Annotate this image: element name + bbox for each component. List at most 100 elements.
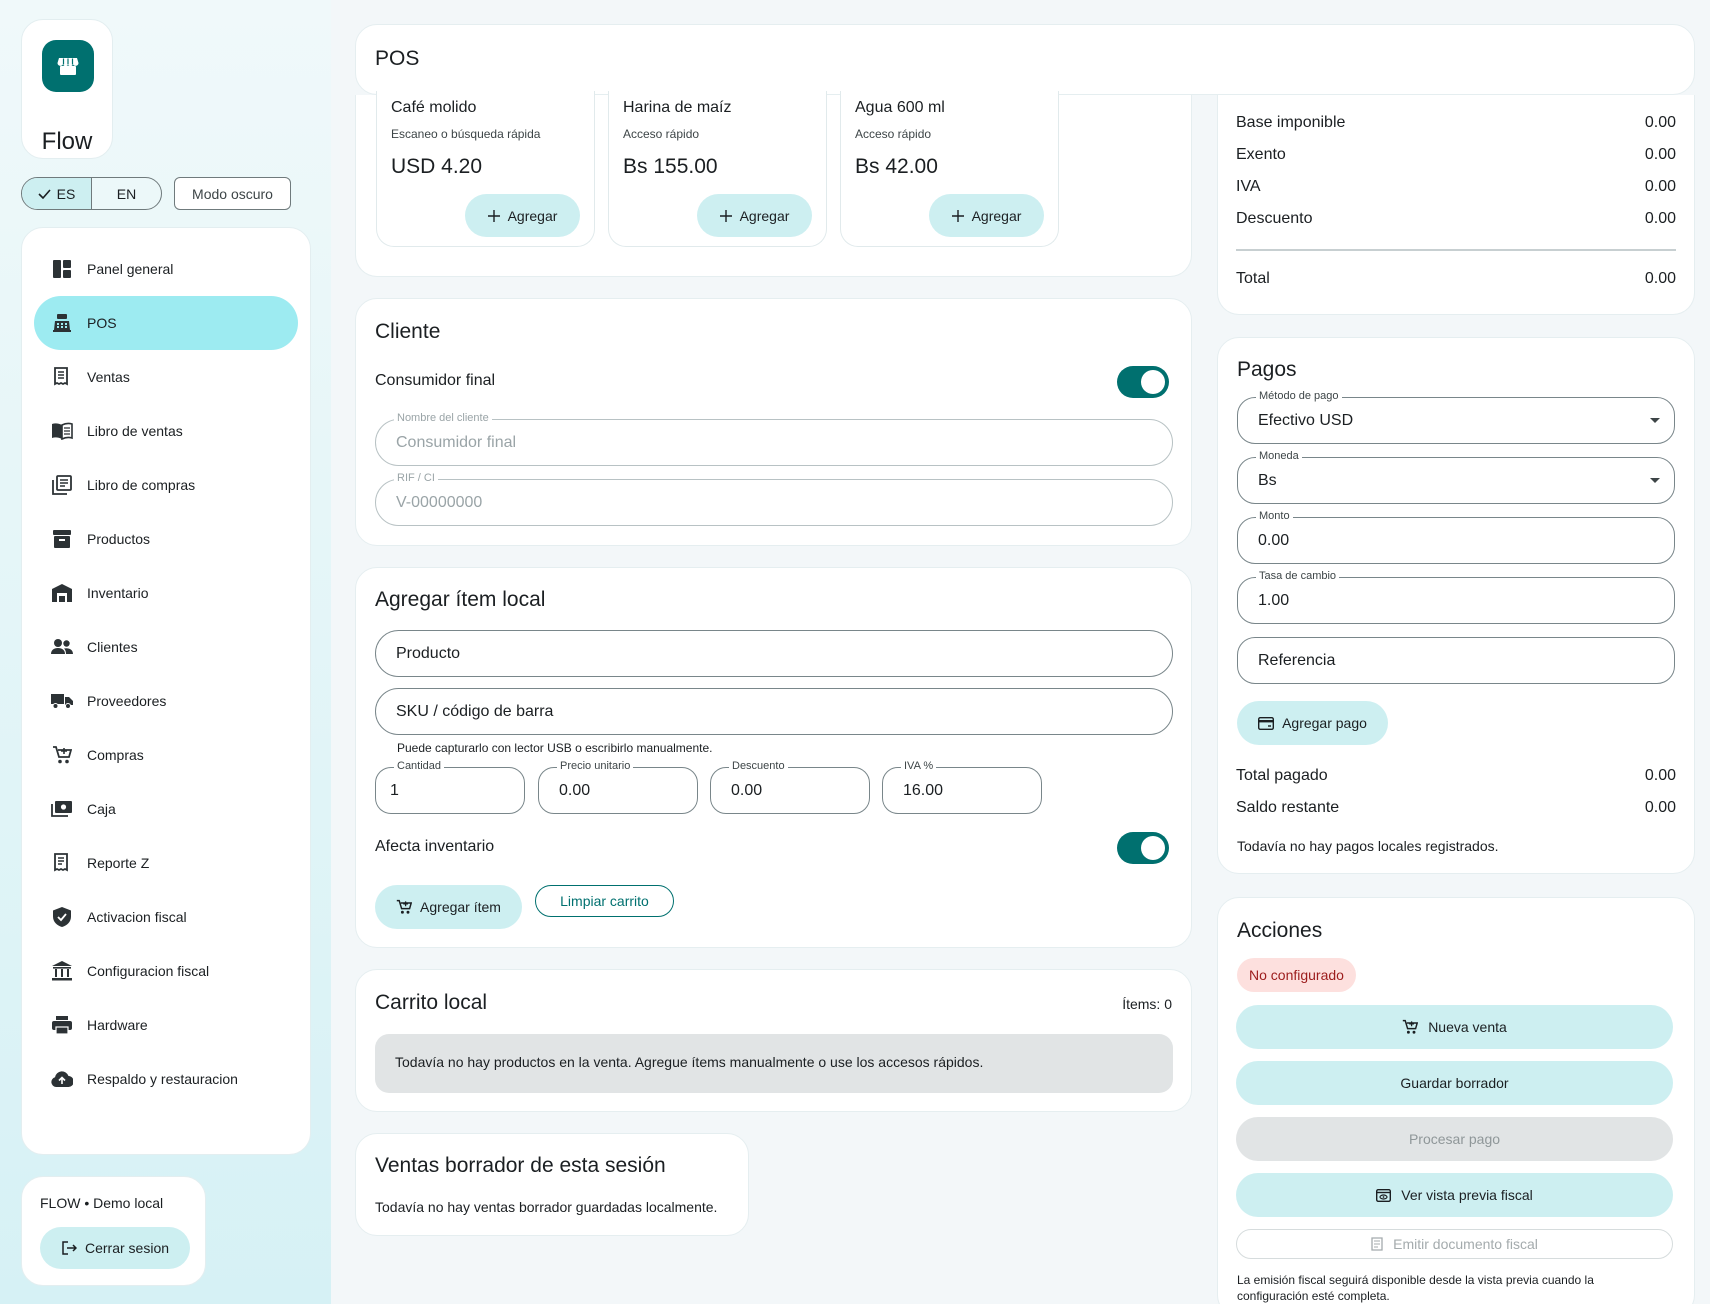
- summary-value: 0.00: [1644, 178, 1676, 195]
- consumidor-final-label: Consumidor final: [375, 372, 496, 389]
- page-header: POS: [355, 24, 1695, 95]
- currency-select[interactable]: Moneda Bs: [1237, 450, 1675, 504]
- sidebar-item-respaldo[interactable]: Respaldo y restauracion: [34, 1052, 298, 1106]
- sidebar-item-label: Reporte Z: [87, 855, 150, 871]
- consumidor-final-toggle[interactable]: [1117, 366, 1169, 398]
- cart-items-count: Ítems: 0: [1122, 996, 1172, 1012]
- sidebar-item-pos[interactable]: POS: [34, 296, 298, 350]
- add-payment-button[interactable]: Agregar pago: [1237, 701, 1388, 745]
- customer-name-placeholder: Consumidor final: [396, 433, 517, 451]
- sku-field[interactable]: SKU / código de barra: [375, 688, 1173, 735]
- lang-es-button[interactable]: ES: [22, 178, 92, 209]
- page-title: POS: [375, 47, 420, 70]
- sidebar: Flow ES EN Modo oscuro Panel general POS…: [0, 0, 331, 1304]
- customer-name-field[interactable]: Nombre del cliente Consumidor final: [375, 412, 1173, 466]
- rif-ci-field[interactable]: RIF / CI V-00000000: [375, 472, 1173, 526]
- quick-product-card[interactable]: Agua 600 ml Acceso rápido Bs 42.00 Agreg…: [840, 91, 1059, 247]
- app-logo-card[interactable]: Flow: [21, 19, 113, 159]
- unit-price-field[interactable]: Precio unitario 0.00: [538, 760, 698, 814]
- product-field[interactable]: Producto: [375, 630, 1173, 677]
- discount-label: Descuento: [729, 760, 788, 772]
- sidebar-nav: Panel general POS Ventas Libro de ventas…: [21, 227, 311, 1155]
- iva-label: IVA %: [901, 760, 937, 772]
- save-draft-label: Guardar borrador: [1400, 1075, 1509, 1091]
- plus-icon: [951, 209, 964, 222]
- sidebar-item-configuracion-fiscal[interactable]: Configuracion fiscal: [34, 944, 298, 998]
- summary-divider: [1236, 249, 1676, 251]
- credit-card-icon: [1258, 716, 1275, 730]
- sidebar-item-compras[interactable]: Compras: [34, 728, 298, 782]
- summary-total-row: Total 0.00: [1236, 270, 1676, 288]
- report-icon: [51, 852, 73, 874]
- add-label: Agregar: [507, 207, 558, 224]
- quick-product-card[interactable]: Harina de maíz Acceso rápido Bs 155.00 A…: [608, 91, 827, 247]
- cart-plus-icon: [1402, 1019, 1419, 1035]
- clear-cart-button[interactable]: Limpiar carrito: [535, 885, 674, 917]
- sidebar-item-label: Respaldo y restauracion: [87, 1071, 238, 1087]
- sidebar-item-panel-general[interactable]: Panel general: [34, 242, 298, 296]
- add-item-button[interactable]: Agregar ítem: [375, 885, 522, 929]
- store-icon: [42, 40, 94, 92]
- currency-value: Bs: [1258, 471, 1277, 489]
- product-name: Harina de maíz: [623, 99, 732, 116]
- add-product-button[interactable]: Agregar: [697, 194, 812, 237]
- exchange-rate-value: 1.00: [1258, 591, 1290, 609]
- quantity-field[interactable]: Cantidad 1: [375, 760, 525, 814]
- payments-empty-message: Todavía no hay pagos locales registrados…: [1237, 838, 1499, 854]
- process-payment-button[interactable]: Procesar pago: [1236, 1117, 1673, 1161]
- actions-title: Acciones: [1237, 919, 1323, 942]
- dashboard-icon: [51, 258, 73, 280]
- sidebar-item-label: Compras: [87, 747, 144, 763]
- product-name: Café molido: [391, 99, 477, 116]
- iva-field[interactable]: IVA % 16.00: [882, 760, 1042, 814]
- add-product-button[interactable]: Agregar: [929, 194, 1044, 237]
- amount-field[interactable]: Monto 0.00: [1237, 510, 1675, 564]
- sidebar-item-inventario[interactable]: Inventario: [34, 566, 298, 620]
- lang-en-button[interactable]: EN: [92, 178, 161, 209]
- product-price: USD 4.20: [391, 155, 483, 178]
- summary-row: IVA 0.00: [1236, 178, 1676, 196]
- sidebar-item-hardware[interactable]: Hardware: [34, 998, 298, 1052]
- cart-plus-icon: [396, 899, 413, 915]
- emit-fiscal-document-button[interactable]: Emitir documento fiscal: [1236, 1229, 1673, 1259]
- reference-field[interactable]: Referencia: [1237, 637, 1675, 684]
- shield-check-icon: [51, 906, 73, 928]
- payments-card: Pagos Método de pago Efectivo USD Moneda…: [1217, 337, 1695, 874]
- sidebar-item-label: Libro de compras: [87, 477, 196, 493]
- sidebar-item-reporte-z[interactable]: Reporte Z: [34, 836, 298, 890]
- add-product-button[interactable]: Agregar: [465, 194, 580, 237]
- lang-es-label: ES: [56, 185, 76, 202]
- sidebar-item-label: Hardware: [87, 1017, 148, 1033]
- sidebar-item-activacion-fiscal[interactable]: Activacion fiscal: [34, 890, 298, 944]
- sidebar-item-caja[interactable]: Caja: [34, 782, 298, 836]
- dark-mode-button[interactable]: Modo oscuro: [174, 177, 291, 210]
- quick-product-card[interactable]: Café molido Escaneo o búsqueda rápida US…: [376, 91, 595, 247]
- product-subtitle: Acceso rápido: [623, 127, 700, 141]
- new-sale-button[interactable]: Nueva venta: [1236, 1005, 1673, 1049]
- summary-value: 0.00: [1644, 210, 1676, 227]
- afecta-inventario-toggle[interactable]: [1117, 832, 1169, 864]
- reference-placeholder: Referencia: [1258, 651, 1336, 669]
- unit-price-value: 0.00: [559, 781, 591, 799]
- payments-title: Pagos: [1237, 358, 1297, 381]
- chevron-down-icon: [1650, 477, 1660, 483]
- sidebar-item-libro-ventas[interactable]: Libro de ventas: [34, 404, 298, 458]
- add-item-label: Agregar ítem: [420, 899, 501, 915]
- app-name: Flow: [41, 128, 93, 155]
- exchange-rate-field[interactable]: Tasa de cambio 1.00: [1237, 570, 1675, 624]
- sidebar-item-proveedores[interactable]: Proveedores: [34, 674, 298, 728]
- sidebar-item-clientes[interactable]: Clientes: [34, 620, 298, 674]
- sidebar-item-libro-compras[interactable]: Libro de compras: [34, 458, 298, 512]
- total-paid-row: Total pagado 0.00: [1236, 767, 1676, 785]
- fiscal-preview-button[interactable]: Ver vista previa fiscal: [1236, 1173, 1673, 1217]
- cliente-card: Cliente Consumidor final Nombre del clie…: [355, 298, 1192, 546]
- language-toggle: ES EN: [21, 177, 162, 210]
- balance-row: Saldo restante 0.00: [1236, 799, 1676, 817]
- payment-method-select[interactable]: Método de pago Efectivo USD: [1237, 390, 1675, 444]
- discount-field[interactable]: Descuento 0.00: [710, 760, 870, 814]
- summary-row: Descuento 0.00: [1236, 210, 1676, 228]
- sidebar-item-ventas[interactable]: Ventas: [34, 350, 298, 404]
- sidebar-item-productos[interactable]: Productos: [34, 512, 298, 566]
- save-draft-button[interactable]: Guardar borrador: [1236, 1061, 1673, 1105]
- logout-button[interactable]: Cerrar sesion: [40, 1227, 190, 1269]
